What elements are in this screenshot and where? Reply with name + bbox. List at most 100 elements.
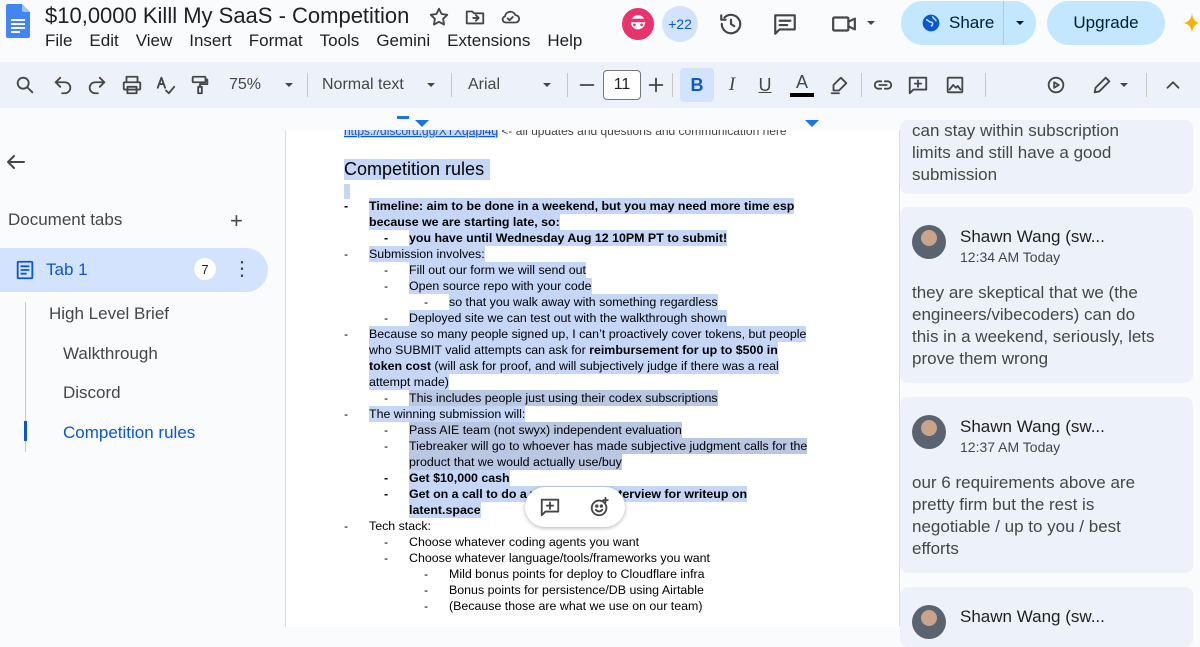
insert-link-button[interactable] [870, 62, 896, 108]
menu-extensions[interactable]: Extensions [447, 31, 530, 51]
list-item: who SUBMIT valid attempts can ask for re… [344, 342, 824, 358]
zoom-value[interactable]: 75% [222, 62, 268, 108]
docs-logo-icon[interactable] [6, 4, 30, 38]
list-bullet: - [424, 583, 429, 597]
list-item-text: Timeline: aim to be done in a weekend, b… [369, 198, 795, 214]
meet-video-icon[interactable] [831, 11, 857, 37]
list-bullet: - [384, 487, 389, 501]
menu-view[interactable]: View [136, 31, 173, 51]
print-icon [122, 75, 142, 95]
comment-card[interactable]: can stay within subscription limits and … [900, 120, 1193, 194]
paragraph-style-select[interactable]: Normal text [322, 62, 417, 108]
highlight-color-button[interactable] [826, 62, 852, 108]
increase-font-size-icon[interactable] [645, 74, 667, 96]
list-item: - you have until Wednesday Aug 12 10PM PT… [344, 230, 824, 246]
list-item-text: Pass AIE team (not swyx) independent eva… [409, 422, 682, 438]
gemini-help-me-write-button[interactable] [1043, 62, 1069, 108]
outline-item-discord[interactable]: Discord [63, 383, 121, 403]
meet-dropdown-icon[interactable] [865, 17, 877, 29]
globe-icon [922, 14, 940, 32]
add-comment-icon[interactable] [539, 496, 561, 518]
italic-button[interactable]: I [720, 62, 744, 108]
list-bullet: - [384, 391, 389, 405]
comment-card[interactable]: Shawn Wang (sw... [900, 587, 1193, 647]
back-arrow-icon[interactable] [4, 150, 28, 174]
decrease-font-size-icon[interactable] [576, 74, 598, 96]
insert-image-button[interactable] [942, 62, 968, 108]
menu-format[interactable]: Format [249, 31, 303, 51]
tab-1[interactable]: Tab 1 7 ⋮ [0, 248, 268, 292]
share-button[interactable]: Share [901, 1, 1036, 45]
undo-icon [54, 76, 72, 95]
move-folder-icon[interactable] [464, 6, 486, 28]
discord-link-line: https://discord.gg/XTXqapl4q <- all upda… [344, 130, 787, 138]
emoji-reaction-icon[interactable] [589, 496, 611, 518]
comments-icon[interactable] [772, 11, 798, 37]
text-color-letter: A [795, 72, 808, 92]
list-item: - Timeline: aim to be done in a weekend, … [344, 198, 824, 214]
list-item-text: token cost (will ask for proof, and will… [369, 358, 779, 374]
outline-item-walkthrough[interactable]: Walkthrough [63, 344, 158, 364]
ruler-markers [397, 116, 819, 127]
discord-link-note: <- all updates and questions and communi… [498, 130, 787, 138]
print-button[interactable] [119, 62, 145, 108]
version-history-icon[interactable] [718, 11, 744, 37]
list-item-text: product that we would actually use/buy [409, 454, 622, 470]
ruler[interactable] [285, 108, 900, 130]
style-dropdown-icon[interactable] [425, 79, 437, 91]
star-icon[interactable] [428, 6, 450, 28]
text-color-button[interactable]: A [788, 62, 816, 108]
collaborator-count-badge[interactable]: +22 [662, 6, 698, 42]
document-page[interactable]: https://discord.gg/XTXqapl4q <- all upda… [285, 130, 900, 627]
outline-item-competition-rules[interactable]: Competition rules [63, 423, 195, 443]
editing-mode-button[interactable] [1089, 62, 1115, 108]
font-family-select[interactable]: Arial [468, 62, 528, 108]
comment-card[interactable]: Shawn Wang (sw... 12:37 AM Today our 6 r… [900, 397, 1193, 573]
menu-gemini[interactable]: Gemini [376, 31, 430, 51]
menu-file[interactable]: File [45, 31, 72, 51]
discord-link[interactable]: https://discord.gg/XTXqapl4q [344, 130, 499, 138]
underline-button[interactable]: U [753, 62, 777, 108]
document-tab-icon [16, 260, 34, 280]
menu-help[interactable]: Help [547, 31, 582, 51]
list-item: - Because so many people signed up, I can… [344, 326, 824, 342]
comments-panel: can stay within subscription limits and … [900, 120, 1200, 647]
font-dropdown-icon[interactable] [541, 79, 553, 91]
sparkle-pen-icon [1047, 76, 1065, 94]
list-item-text: attempt made) [369, 374, 449, 390]
list-item: - Deployed site we can test out with the … [344, 310, 824, 326]
search-menus-button[interactable] [12, 62, 38, 108]
list-bullet: - [344, 327, 349, 341]
editing-mode-dropdown-icon[interactable] [1118, 79, 1130, 91]
cloud-saved-icon[interactable] [499, 6, 521, 28]
comment-card[interactable]: Shawn Wang (sw... 12:34 AM Today they ar… [900, 207, 1193, 383]
menu-tools[interactable]: Tools [320, 31, 360, 51]
document-title[interactable]: $10,0000 Killl My SaaS - Competition B..… [45, 3, 415, 29]
hide-menus-button[interactable] [1160, 62, 1186, 108]
tab-comment-count-badge: 7 [194, 258, 216, 280]
spellcheck-button[interactable] [153, 62, 179, 108]
list-item-text: This includes people just using their co… [409, 390, 718, 406]
collaborator-avatar[interactable] [620, 6, 656, 42]
share-dropdown[interactable] [1004, 17, 1036, 29]
list-item-text: latent.space [409, 502, 481, 518]
comment-timestamp: 12:34 AM Today [960, 249, 1061, 265]
menu-insert[interactable]: Insert [189, 31, 232, 51]
tab-more-options-icon[interactable]: ⋮ [232, 256, 252, 281]
gemini-spark-icon[interactable] [1182, 10, 1200, 36]
list-item: - (Because those are what we use on our t… [344, 598, 824, 614]
list-item-text: so that you walk away with something reg… [449, 294, 718, 310]
undo-button[interactable] [50, 62, 76, 108]
add-tab-button[interactable]: + [230, 208, 243, 234]
menu-edit[interactable]: Edit [89, 31, 118, 51]
list-item-text: Tech stack: [369, 519, 431, 533]
list-item: - Submission involves: [344, 246, 824, 262]
zoom-dropdown-icon[interactable] [283, 79, 295, 91]
paint-format-button[interactable] [187, 62, 213, 108]
font-size-input[interactable]: 11 [603, 70, 641, 100]
upgrade-button[interactable]: Upgrade [1047, 1, 1165, 45]
bold-button[interactable]: B [680, 68, 714, 102]
outline-item-high-level-brief[interactable]: High Level Brief [49, 304, 169, 324]
redo-button[interactable] [84, 62, 110, 108]
insert-comment-button[interactable] [905, 62, 931, 108]
